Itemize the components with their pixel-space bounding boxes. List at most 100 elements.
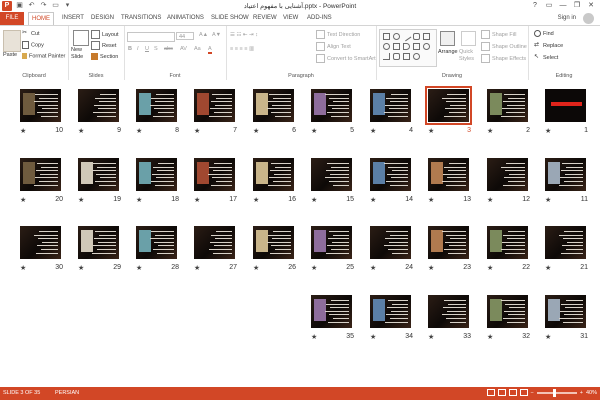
font-color-icon[interactable]: A [208, 46, 212, 54]
slide-transition-star-icon[interactable]: ★ [253, 127, 259, 135]
text-direction-button[interactable]: Text Direction [316, 30, 360, 39]
tab-transitions[interactable]: TRANSITIONS [121, 12, 161, 25]
select-button[interactable]: ↖ Select [534, 54, 558, 61]
new-slide-button[interactable]: New Slide [71, 47, 89, 61]
quick-styles-icon[interactable] [461, 31, 476, 46]
sign-in-link[interactable]: Sign in [558, 15, 576, 21]
zoom-out-button[interactable]: − [531, 390, 534, 396]
cut-button[interactable]: ✂ Cut [22, 30, 40, 37]
slide-thumbnail[interactable] [311, 158, 352, 191]
find-button[interactable]: Find [534, 30, 554, 37]
slide-thumbnail[interactable] [194, 226, 235, 259]
slide-transition-star-icon[interactable]: ★ [194, 127, 200, 135]
shape-rounded-rect-icon[interactable] [413, 33, 420, 40]
slide-transition-star-icon[interactable]: ★ [20, 196, 26, 204]
slide-thumbnail[interactable] [370, 158, 411, 191]
zoom-slider[interactable] [536, 388, 577, 397]
align-text-button[interactable]: Align Text [316, 42, 351, 51]
shape-oval2-icon[interactable] [413, 53, 420, 60]
slide-transition-star-icon[interactable]: ★ [487, 127, 493, 135]
slide-thumbnail[interactable] [311, 226, 352, 259]
arrange-icon[interactable] [440, 31, 455, 46]
slide-thumbnail[interactable] [545, 158, 586, 191]
slide-transition-star-icon[interactable]: ★ [78, 264, 84, 272]
change-case-icon[interactable]: Aa [194, 46, 201, 52]
shape-arc-icon[interactable] [403, 43, 410, 50]
slide-transition-star-icon[interactable]: ★ [311, 196, 317, 204]
minimize-icon[interactable]: — [556, 0, 570, 11]
slide-transition-star-icon[interactable]: ★ [428, 264, 434, 272]
section-button[interactable]: Section [91, 53, 118, 60]
help-icon[interactable]: ? [528, 0, 542, 11]
slide-transition-star-icon[interactable]: ★ [78, 127, 84, 135]
avatar[interactable] [583, 13, 594, 24]
slide-transition-star-icon[interactable]: ★ [545, 127, 551, 135]
normal-view-icon[interactable] [486, 389, 495, 396]
slide-thumbnail[interactable] [311, 295, 352, 328]
slide-thumbnail[interactable] [136, 89, 177, 122]
shape-line-icon[interactable] [401, 31, 412, 42]
tab-view[interactable]: VIEW [283, 12, 298, 25]
slide-sorter-view-icon[interactable] [497, 389, 506, 396]
slide-transition-star-icon[interactable]: ★ [136, 196, 142, 204]
slide-thumbnail[interactable] [78, 226, 119, 259]
quick-styles-button[interactable]: Quick Styles [459, 49, 479, 63]
slide-thumbnail[interactable] [78, 158, 119, 191]
slide-transition-star-icon[interactable]: ★ [194, 264, 200, 272]
reading-view-icon[interactable] [508, 389, 517, 396]
slide-transition-star-icon[interactable]: ★ [194, 196, 200, 204]
slide-transition-star-icon[interactable]: ★ [545, 196, 551, 204]
slide-transition-star-icon[interactable]: ★ [311, 264, 317, 272]
reset-button[interactable]: Reset [91, 41, 116, 50]
italic-icon[interactable]: I [137, 46, 139, 52]
bullets-icon[interactable]: ☰ ☷ ⇤ ⇥ ↕ [230, 32, 258, 38]
slide-thumbnail[interactable] [370, 89, 411, 122]
slide-transition-star-icon[interactable]: ★ [20, 127, 26, 135]
zoom-slider-thumb[interactable] [552, 388, 556, 397]
slide-transition-star-icon[interactable]: ★ [253, 196, 259, 204]
close-icon[interactable]: ✕ [584, 0, 598, 11]
slideshow-view-icon[interactable] [519, 389, 528, 396]
slide-transition-star-icon[interactable]: ★ [20, 264, 26, 272]
font-name-field[interactable] [127, 32, 175, 42]
tab-slide-show[interactable]: SLIDE SHOW [211, 12, 249, 25]
new-slide-icon[interactable] [73, 30, 89, 46]
slide-transition-star-icon[interactable]: ★ [311, 127, 317, 135]
slide-thumbnail[interactable] [545, 295, 586, 328]
shape-circle-icon[interactable] [383, 43, 390, 50]
shape-callout-icon[interactable] [393, 53, 400, 60]
slide-thumbnail[interactable] [370, 295, 411, 328]
shape-square-icon[interactable] [393, 43, 400, 50]
slide-thumbnail[interactable] [545, 89, 586, 122]
tab-review[interactable]: REVIEW [253, 12, 277, 25]
shape-outline-button[interactable]: Shape Outline [481, 42, 527, 51]
slide-thumbnail[interactable] [194, 158, 235, 191]
shape-oval-icon[interactable] [393, 33, 400, 40]
shadow-icon[interactable]: S [154, 46, 158, 52]
slide-thumbnail[interactable] [194, 89, 235, 122]
slide-transition-star-icon[interactable]: ★ [370, 264, 376, 272]
shape-fill-button[interactable]: Shape Fill [481, 30, 516, 39]
slide-transition-star-icon[interactable]: ★ [78, 196, 84, 204]
slide-transition-star-icon[interactable]: ★ [428, 333, 434, 341]
convert-smartart-button[interactable]: Convert to SmartArt [316, 54, 376, 63]
slide-thumbnail[interactable] [20, 89, 61, 122]
slide-transition-star-icon[interactable]: ★ [545, 264, 551, 272]
slide-thumbnail[interactable] [78, 89, 119, 122]
slide-thumbnail[interactable] [428, 295, 469, 328]
slide-thumbnail[interactable] [428, 226, 469, 259]
shape-effects-button[interactable]: Shape Effects [481, 54, 526, 63]
tab-home[interactable]: HOME [28, 12, 54, 25]
slide-transition-star-icon[interactable]: ★ [428, 127, 434, 135]
slide-thumbnail[interactable] [20, 226, 61, 259]
shrink-font-icon[interactable]: A▼ [212, 32, 221, 38]
paste-button[interactable]: Paste [3, 52, 17, 58]
slide-thumbnail[interactable] [487, 295, 528, 328]
slide-thumbnail[interactable] [370, 226, 411, 259]
strikethrough-icon[interactable]: abc [164, 46, 173, 52]
ribbon-display-icon[interactable]: ▭ [542, 0, 556, 11]
slide-thumbnail[interactable] [20, 158, 61, 191]
slide-transition-star-icon[interactable]: ★ [487, 196, 493, 204]
char-spacing-icon[interactable]: AV [180, 46, 187, 52]
shape-elbow-icon[interactable] [383, 53, 390, 60]
